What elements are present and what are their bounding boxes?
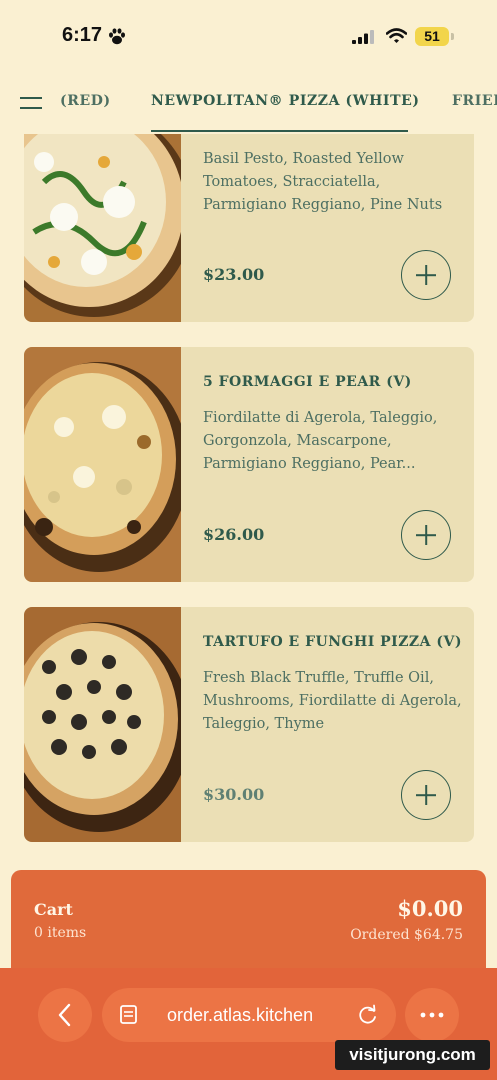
battery-nub	[451, 33, 454, 40]
wifi-icon	[386, 28, 407, 43]
status-bar: 6:17 51	[0, 0, 497, 70]
item-description: Fresh Black Truffle, Truffle Oil, Mushro…	[203, 670, 462, 732]
add-to-cart-button[interactable]	[401, 770, 451, 820]
tab-red[interactable]: (RED)	[60, 93, 111, 109]
item-price: $23.00	[203, 265, 265, 284]
tab-white[interactable]: NEWPOLITAN® PIZZA (WHITE)	[151, 93, 420, 109]
menu-item-card[interactable]: 5 FORMAGGI E PEAR (V) Fiordilatte di Age…	[24, 347, 474, 582]
category-nav: (RED) NEWPOLITAN® PIZZA (WHITE) FRIED	[0, 80, 497, 134]
add-to-cart-button[interactable]	[401, 510, 451, 560]
more-options-button[interactable]	[405, 988, 459, 1042]
item-description: Basil Pesto, Roasted Yellow Tomatoes, St…	[203, 151, 443, 213]
cart-total: $0.00	[397, 896, 463, 921]
menu-icon[interactable]	[20, 95, 42, 111]
cart-item-count: 0 items	[34, 925, 87, 941]
pizza-pesto-image	[24, 134, 181, 322]
pizza-formaggi-image	[24, 347, 181, 582]
cart-ordered-total: Ordered $64.75	[350, 927, 463, 943]
item-title: TARTUFO E FUNGHI PIZZA (V)	[203, 634, 462, 650]
active-tab-indicator	[151, 130, 408, 132]
item-description: Fiordilatte di Agerola, Taleggio, Gorgon…	[203, 410, 438, 472]
add-to-cart-button[interactable]	[401, 250, 451, 300]
paw-icon	[109, 28, 125, 45]
item-price: $30.00	[203, 785, 265, 804]
status-time: 6:17	[62, 24, 103, 46]
reload-icon[interactable]	[357, 1004, 379, 1026]
item-price: $26.00	[203, 525, 265, 544]
item-title: 5 FORMAGGI E PEAR (V)	[203, 374, 412, 390]
back-button[interactable]	[38, 988, 92, 1042]
menu-item-card[interactable]: Basil Pesto, Roasted Yellow Tomatoes, St…	[24, 134, 474, 322]
signal-icon	[352, 30, 374, 44]
page-icon	[120, 1005, 137, 1024]
battery-indicator: 51	[415, 27, 449, 46]
address-bar[interactable]: order.atlas.kitchen	[102, 988, 396, 1042]
url-text: order.atlas.kitchen	[167, 1005, 314, 1025]
menu-list: Basil Pesto, Roasted Yellow Tomatoes, St…	[0, 134, 497, 864]
ellipsis-icon	[420, 1012, 444, 1018]
chevron-left-icon	[58, 1003, 71, 1027]
pizza-tartufo-image	[24, 607, 181, 842]
watermark: visitjurong.com	[335, 1040, 490, 1070]
tab-fried[interactable]: FRIED	[452, 93, 497, 109]
cart-title: Cart	[34, 900, 73, 919]
menu-item-card[interactable]: TARTUFO E FUNGHI PIZZA (V) Fresh Black T…	[24, 607, 474, 842]
